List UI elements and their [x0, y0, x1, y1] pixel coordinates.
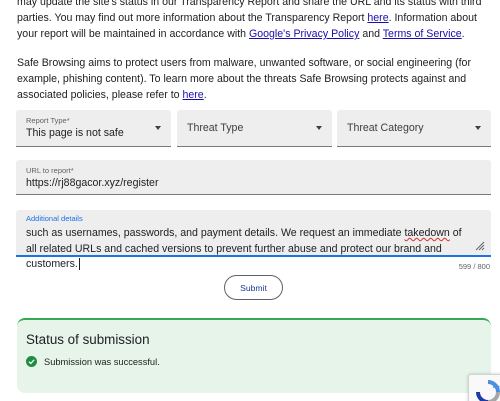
threats-policy-link[interactable]: here	[182, 89, 203, 101]
recaptcha-badge[interactable]	[468, 374, 500, 401]
threat-type-select[interactable]: Threat Type	[177, 110, 332, 147]
chevron-down-icon	[475, 126, 481, 130]
intro-text-part: and	[359, 28, 383, 40]
status-title: Status of submission	[26, 332, 150, 347]
url-field-value[interactable]: https://rj88gacor.xyz/register	[26, 177, 158, 189]
resize-handle-icon[interactable]	[475, 241, 485, 251]
privacy-policy-link[interactable]: Google's Privacy Policy	[249, 28, 359, 40]
chevron-down-icon	[155, 126, 161, 130]
report-type-value: This page is not safe	[26, 127, 124, 139]
additional-details-value[interactable]: such as usernames, passwords, and paymen…	[26, 226, 474, 273]
submit-button[interactable]: Submit	[224, 275, 283, 300]
check-circle-icon	[26, 356, 37, 367]
submission-status-card: Status of submission Submission was succ…	[17, 318, 491, 393]
url-field-label: URL to report*	[26, 166, 74, 175]
report-type-select[interactable]: Report Type* This page is not safe	[16, 110, 171, 147]
intro-text-part: .	[461, 28, 465, 40]
additional-details-label: Additional details	[26, 214, 83, 223]
threat-category-label: Threat Category	[347, 122, 424, 134]
threat-category-select[interactable]: Threat Category	[337, 110, 491, 147]
spelling-flagged-word[interactable]: takedown	[404, 227, 449, 239]
safe-browsing-paragraph: Safe Browsing aims to protect users from…	[17, 55, 491, 103]
status-message: Submission was successful.	[44, 356, 160, 367]
text-cursor	[78, 258, 80, 270]
transparency-paragraph: may update the site's status in our Tran…	[17, 0, 491, 42]
chevron-down-icon	[316, 126, 322, 130]
transparency-report-link[interactable]: here	[367, 12, 388, 24]
threat-type-label: Threat Type	[187, 122, 244, 134]
intro-text-part: Safe Browsing aims to protect users from…	[17, 57, 471, 101]
additional-details-textarea[interactable]: Additional details such as usernames, pa…	[16, 210, 491, 270]
character-counter: 599 / 800	[458, 262, 490, 271]
report-type-label: Report Type*	[26, 116, 70, 125]
status-row: Submission was successful.	[26, 356, 160, 367]
terms-of-service-link[interactable]: Terms of Service	[383, 28, 462, 40]
intro-text: may update the site's status in our Tran…	[17, 0, 491, 103]
recaptcha-icon	[476, 380, 500, 401]
intro-text-part: .	[203, 89, 207, 101]
details-text-part: such as usernames, passwords, and paymen…	[26, 227, 405, 239]
url-field[interactable]: URL to report* https://rj88gacor.xyz/reg…	[16, 160, 491, 195]
